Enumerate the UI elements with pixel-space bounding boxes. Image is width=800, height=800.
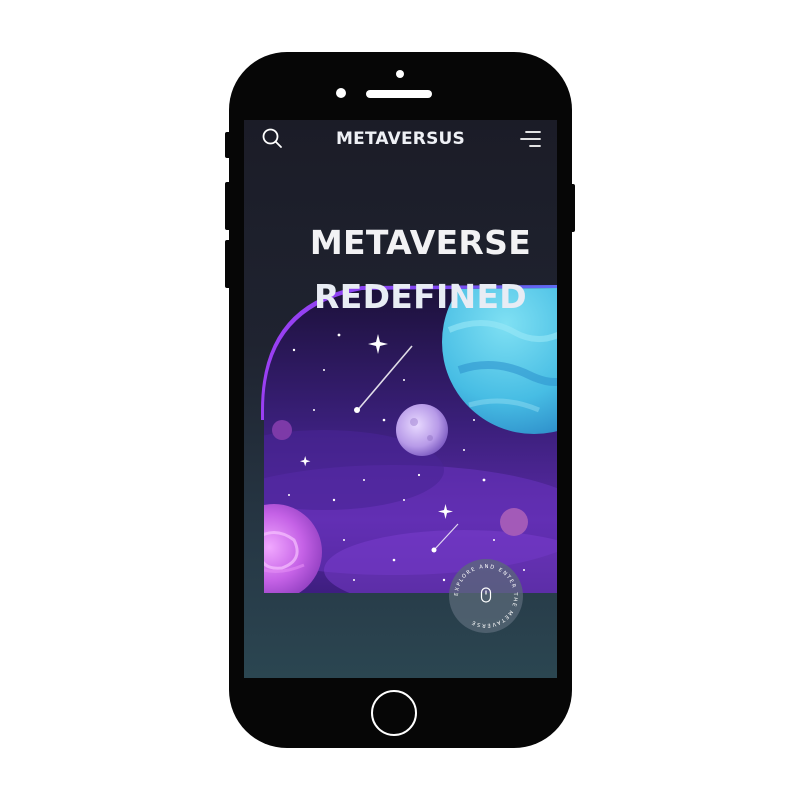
phone-screen: METAVERSUS METAVERSE REDEFINED EXPLORE A… bbox=[244, 120, 557, 678]
front-camera bbox=[396, 70, 404, 78]
brand-title: METAVERSUS bbox=[336, 129, 465, 149]
proximity-sensor bbox=[336, 88, 346, 98]
stage: METAVERSUS METAVERSE REDEFINED EXPLORE A… bbox=[0, 0, 800, 800]
explore-scroll-badge[interactable]: EXPLORE AND ENTER THE METAVERSE bbox=[448, 558, 524, 634]
home-button[interactable] bbox=[371, 690, 417, 736]
menu-icon[interactable] bbox=[518, 130, 542, 148]
hero-title-line-1: METAVERSE bbox=[309, 223, 532, 262]
hero-title-line-2: REDEFINED bbox=[314, 277, 527, 316]
earpiece-speaker bbox=[366, 90, 432, 98]
